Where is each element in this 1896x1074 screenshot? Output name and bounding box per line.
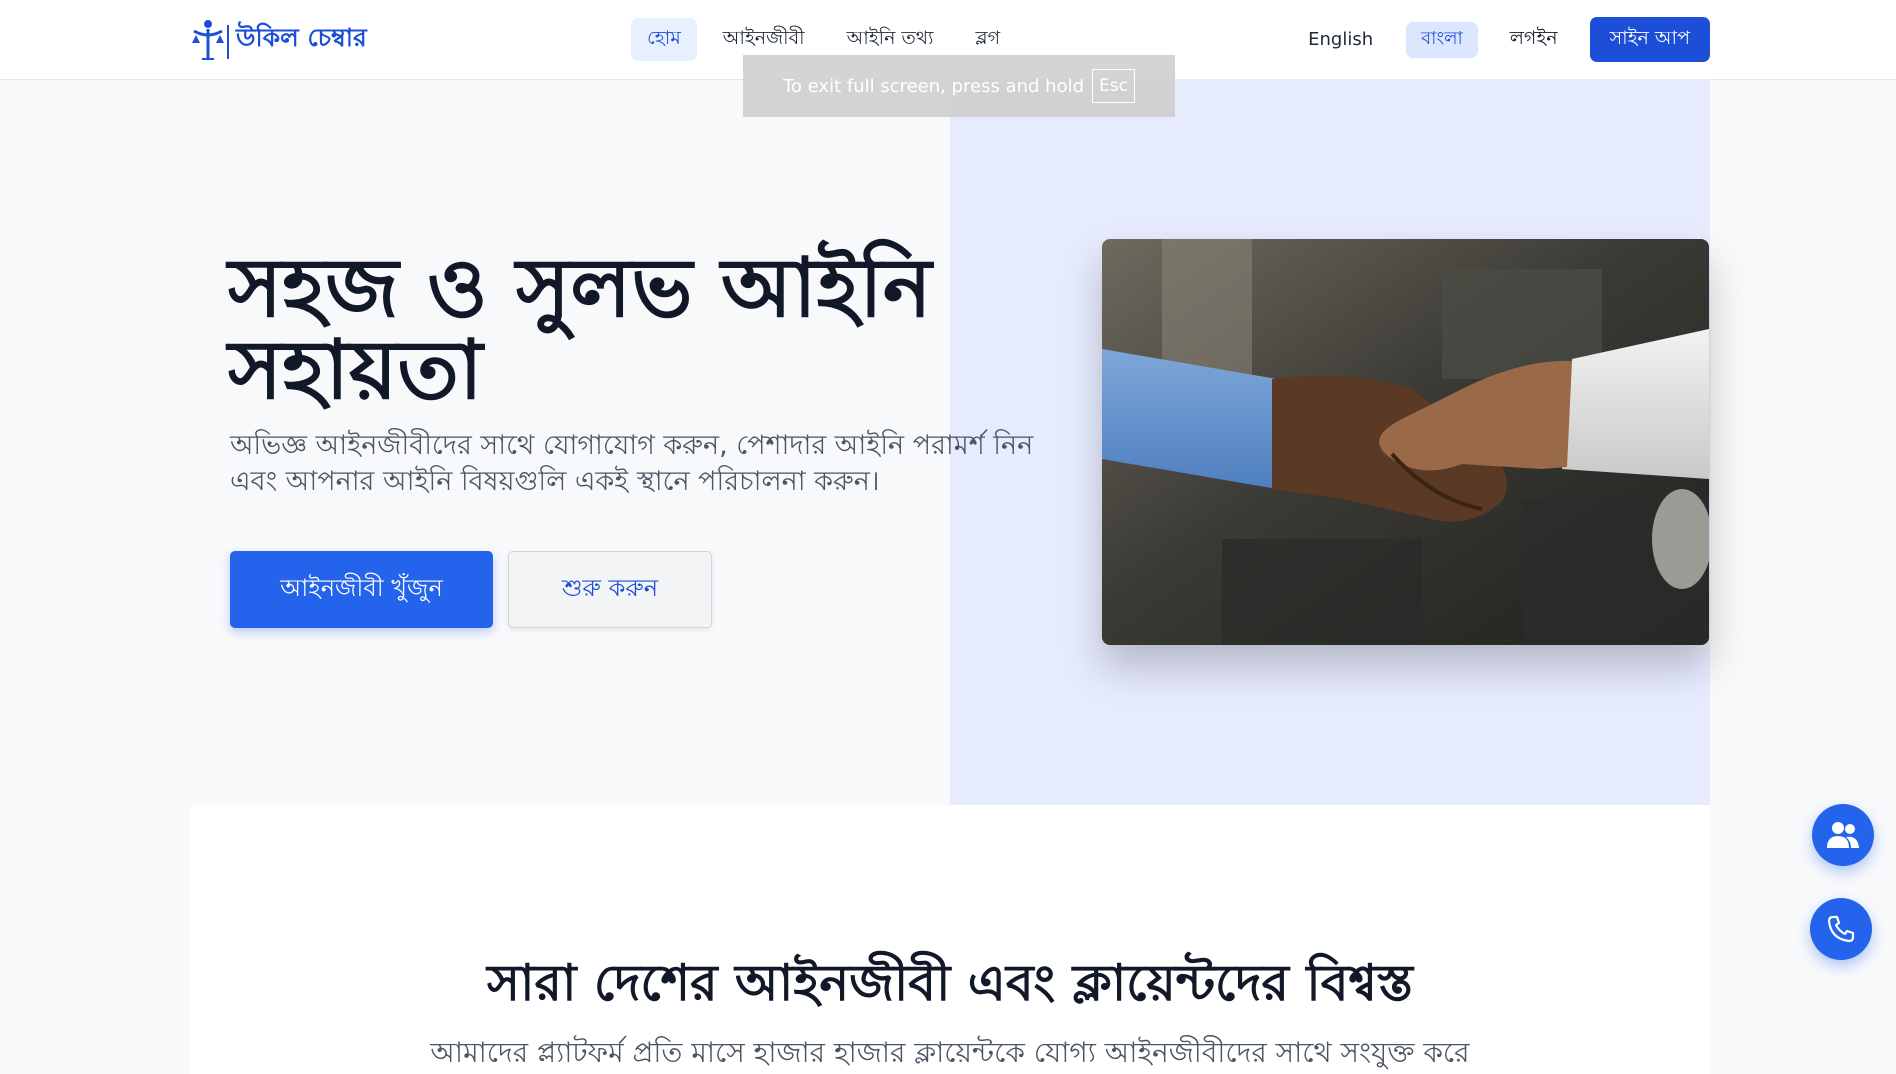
logo-icon <box>192 19 229 60</box>
login-link[interactable]: লগইন <box>1496 24 1572 56</box>
logo-text: উকিল চেম্বার <box>236 23 367 52</box>
trust-section: সারা দেশের আইনজীবী এবং ক্লায়েন্টদের বিশ… <box>190 805 1710 1074</box>
find-lawyer-button[interactable]: আইনজীবী খুঁজুন <box>230 551 493 628</box>
trust-section-title: সারা দেশের আইনজীবী এবং ক্লায়েন্টদের বিশ… <box>486 954 1414 1012</box>
phone-icon <box>1827 915 1855 943</box>
hero-subtitle: অভিজ্ঞ আইনজীবীদের সাথে যোগাযোগ করুন, পেশ… <box>230 430 1034 497</box>
trust-section-subtitle: আমাদের প্ল্যাটফর্ম প্রতি মাসে হাজার হাজা… <box>430 1036 1470 1069</box>
hero-handshake-image <box>1102 239 1709 645</box>
header-actions: English বাংলা লগইন সাইন আপ <box>1293 17 1710 62</box>
signup-button[interactable]: সাইন আপ <box>1589 17 1710 62</box>
toast-text: To exit full screen, press and hold <box>783 75 1085 97</box>
users-icon <box>1827 822 1859 848</box>
fullscreen-exit-toast: To exit full screen, press and hold Esc <box>743 55 1175 117</box>
lang-bangla-button[interactable]: বাংলা <box>1406 21 1478 58</box>
toast-key: Esc <box>1092 69 1135 103</box>
call-fab-button[interactable] <box>1810 898 1872 960</box>
community-fab-button[interactable] <box>1812 804 1874 866</box>
lang-english-button[interactable]: English <box>1293 22 1388 58</box>
get-started-button[interactable]: শুরু করুন <box>508 551 712 628</box>
hero-title: সহজ ও সুলভ আইনি সহায়তা <box>228 241 932 418</box>
site-logo[interactable]: উকিল চেম্বার <box>188 18 367 61</box>
nav-home[interactable]: হোম <box>631 18 697 61</box>
handshake-photo-icon <box>1102 239 1709 645</box>
